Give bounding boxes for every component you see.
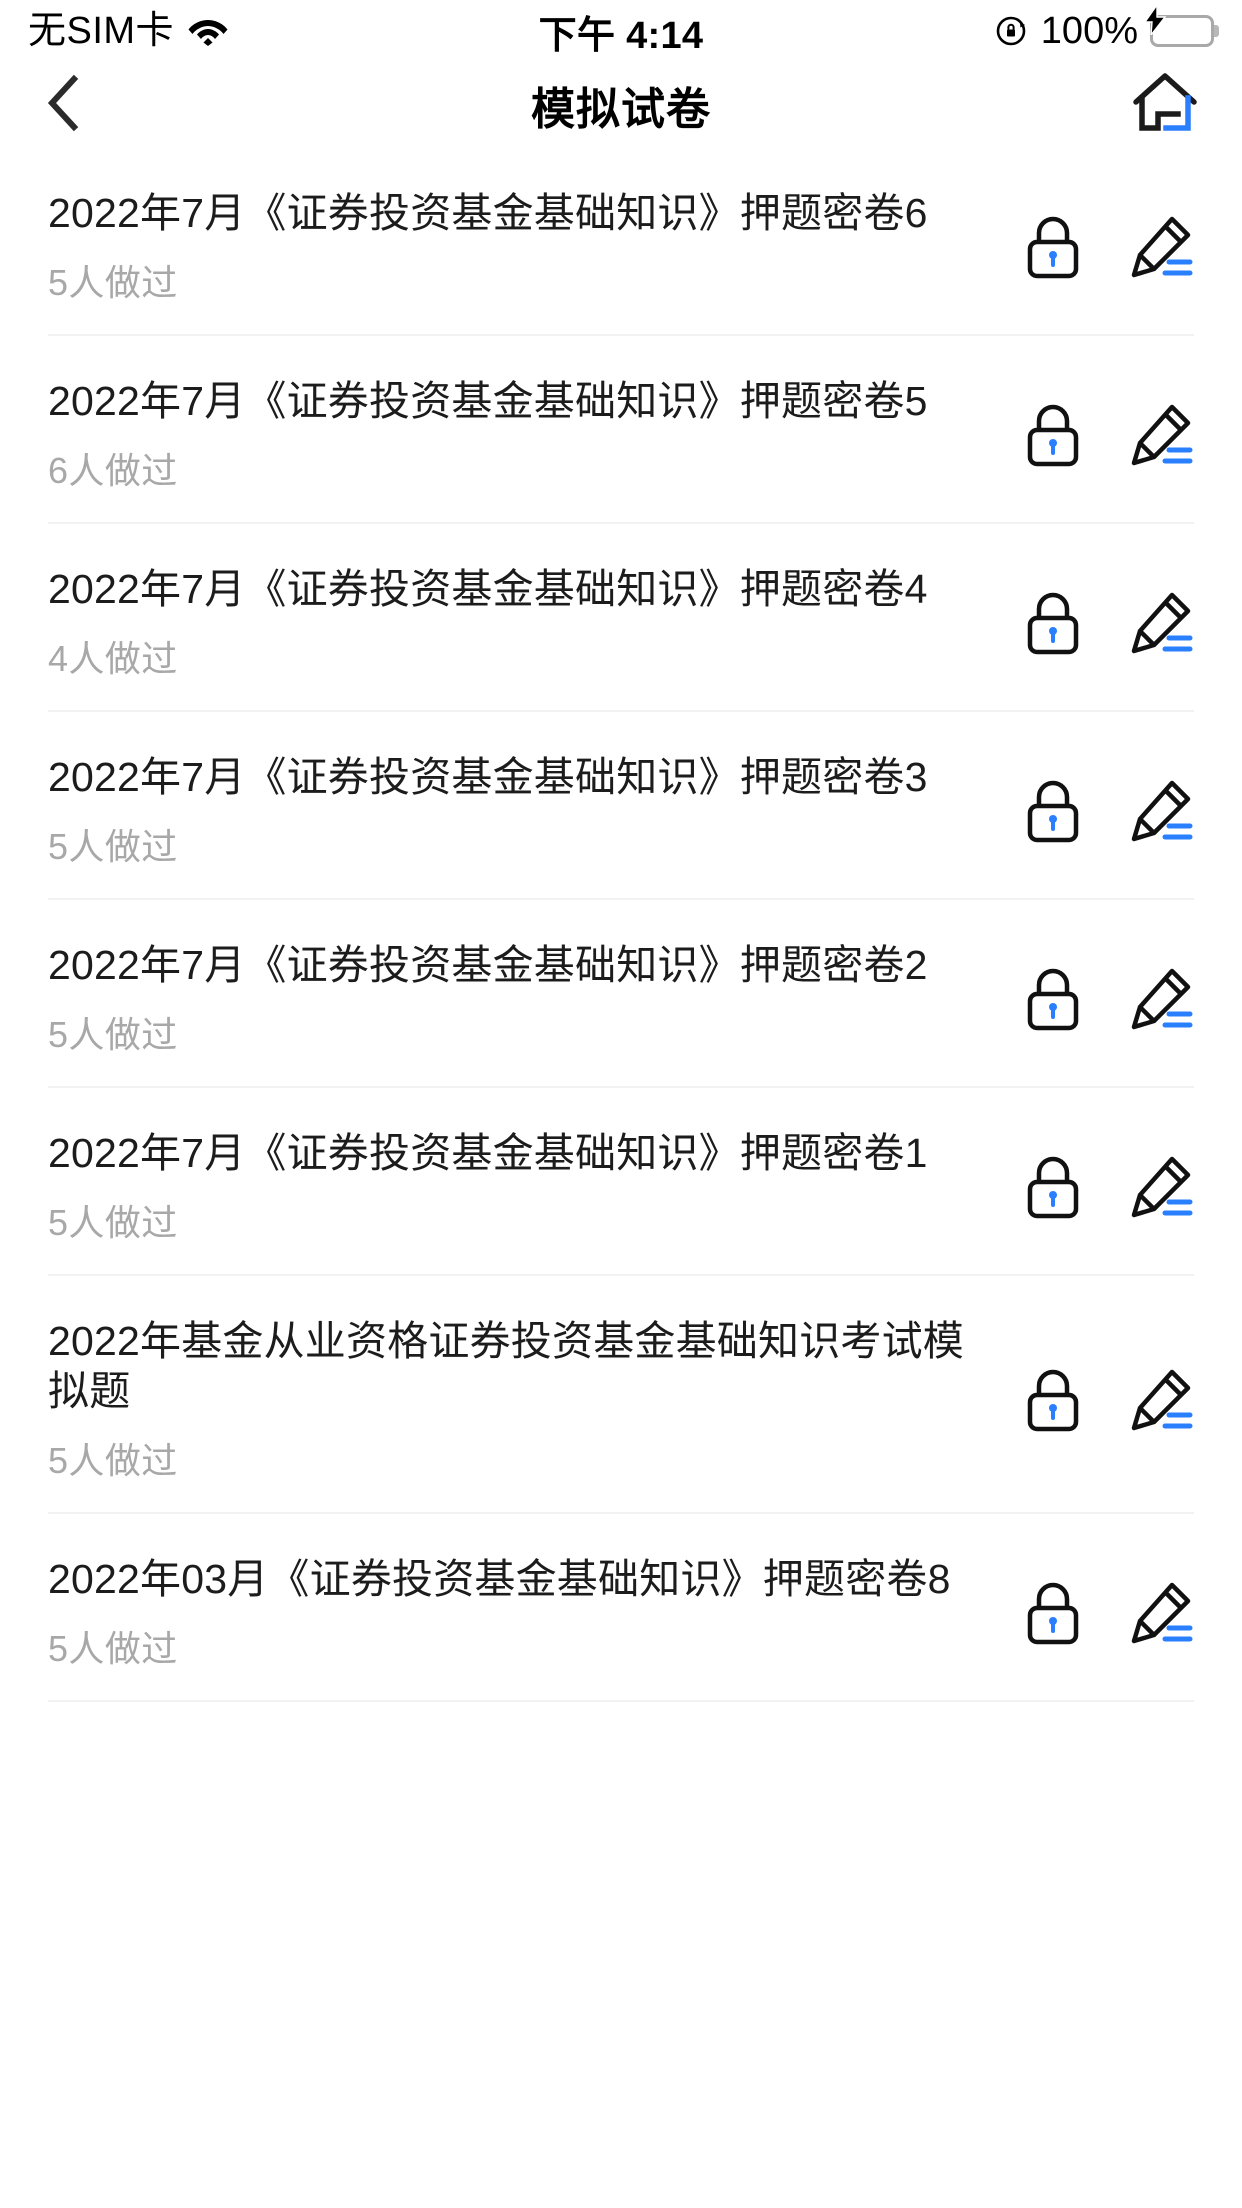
edit-button[interactable] bbox=[1128, 591, 1194, 662]
paper-list-item[interactable]: 2022年7月《证券投资基金基础知识》押题密卷3 5人做过 bbox=[48, 712, 1194, 901]
paper-actions bbox=[1020, 587, 1194, 659]
edit-button[interactable] bbox=[1128, 403, 1194, 474]
home-icon bbox=[1132, 72, 1198, 139]
mock-paper-list: 2022年7月《证券投资基金基础知识》押题密卷6 5人做过 2022年7月《证券… bbox=[0, 148, 1242, 1703]
pencil-icon bbox=[1128, 591, 1194, 662]
paper-title: 2022年基金从业资格证券投资基金基础知识考试模拟题 bbox=[48, 1318, 965, 1415]
battery-percent-label: 100% bbox=[1040, 9, 1138, 52]
paper-attempt-count: 5人做过 bbox=[48, 1628, 178, 1670]
paper-list-item[interactable]: 2022年7月《证券投资基金基础知识》押题密卷5 6人做过 bbox=[48, 336, 1194, 525]
pencil-icon bbox=[1128, 1581, 1194, 1652]
lock-button[interactable] bbox=[1020, 1156, 1086, 1225]
lock-icon bbox=[1025, 968, 1081, 1037]
home-button[interactable] bbox=[1132, 72, 1198, 139]
lock-button[interactable] bbox=[1020, 216, 1086, 285]
paper-info: 2022年7月《证券投资基金基础知识》押题密卷2 5人做过 bbox=[48, 940, 1020, 1058]
paper-info: 2022年基金从业资格证券投资基金基础知识考试模拟题 5人做过 bbox=[48, 1316, 1020, 1484]
paper-attempt-count: 5人做过 bbox=[48, 262, 178, 304]
paper-attempt-count: 5人做过 bbox=[48, 1014, 178, 1056]
status-bar: 无SIM卡 下午 4:14 100% bbox=[0, 0, 1242, 62]
navigation-bar: 模拟试卷 bbox=[0, 62, 1242, 148]
paper-info: 2022年7月《证券投资基金基础知识》押题密卷6 5人做过 bbox=[48, 188, 1020, 306]
paper-actions bbox=[1020, 1577, 1194, 1649]
paper-info: 2022年7月《证券投资基金基础知识》押题密卷3 5人做过 bbox=[48, 752, 1020, 870]
paper-title: 2022年7月《证券投资基金基础知识》押题密卷6 bbox=[48, 190, 928, 236]
lock-button[interactable] bbox=[1020, 1369, 1086, 1438]
edit-button[interactable] bbox=[1128, 1368, 1194, 1439]
lock-icon bbox=[1025, 1582, 1081, 1651]
paper-actions bbox=[1020, 775, 1194, 847]
pencil-icon bbox=[1128, 967, 1194, 1038]
lock-icon bbox=[1025, 216, 1081, 285]
paper-attempt-count: 5人做过 bbox=[48, 1440, 178, 1482]
paper-attempt-count: 5人做过 bbox=[48, 826, 178, 868]
pencil-icon bbox=[1128, 779, 1194, 850]
lock-icon bbox=[1025, 404, 1081, 473]
edit-button[interactable] bbox=[1128, 1581, 1194, 1652]
chevron-left-icon bbox=[44, 73, 84, 138]
paper-title: 2022年7月《证券投资基金基础知识》押题密卷5 bbox=[48, 378, 928, 425]
paper-actions bbox=[1020, 211, 1194, 283]
paper-list-item[interactable]: 2022年7月《证券投资基金基础知识》押题密卷1 5人做过 bbox=[48, 1088, 1194, 1277]
wifi-icon bbox=[188, 16, 228, 46]
carrier-label: 无SIM卡 bbox=[28, 10, 175, 52]
pencil-icon bbox=[1128, 1155, 1194, 1226]
lock-icon bbox=[1025, 1369, 1081, 1438]
edit-button[interactable] bbox=[1128, 1155, 1194, 1226]
paper-title: 2022年03月《证券投资基金基础知识》押题密卷8 bbox=[48, 1556, 951, 1603]
paper-attempt-count: 6人做过 bbox=[48, 450, 178, 492]
paper-attempt-count: 4人做过 bbox=[48, 638, 178, 680]
page-title-wrap: 模拟试卷 bbox=[0, 62, 1242, 148]
status-bar-right: 100% bbox=[995, 5, 1214, 53]
paper-list-item[interactable]: 2022年7月《证券投资基金基础知识》押题密卷4 4人做过 bbox=[48, 524, 1194, 713]
paper-actions bbox=[1020, 1151, 1194, 1223]
paper-actions bbox=[1020, 399, 1194, 471]
paper-attempt-count: 5人做过 bbox=[48, 1202, 178, 1244]
page-title: 模拟试卷 bbox=[531, 85, 711, 134]
lock-icon bbox=[1025, 1156, 1081, 1225]
paper-actions bbox=[1020, 1364, 1194, 1436]
paper-title: 2022年7月《证券投资基金基础知识》押题密卷2 bbox=[48, 942, 928, 989]
pencil-icon bbox=[1128, 403, 1194, 474]
paper-list-item[interactable]: 2022年03月《证券投资基金基础知识》押题密卷8 5人做过 bbox=[48, 1514, 1194, 1703]
paper-title: 2022年7月《证券投资基金基础知识》押题密卷3 bbox=[48, 754, 928, 801]
paper-actions bbox=[1020, 963, 1194, 1035]
lock-button[interactable] bbox=[1020, 1582, 1086, 1651]
lock-button[interactable] bbox=[1020, 968, 1086, 1037]
lock-button[interactable] bbox=[1020, 780, 1086, 849]
pencil-icon bbox=[1128, 215, 1194, 286]
battery-charging-icon bbox=[1143, 5, 1214, 47]
rotation-lock-icon bbox=[995, 14, 1029, 48]
back-button[interactable] bbox=[44, 73, 108, 137]
lock-icon bbox=[1025, 592, 1081, 661]
pencil-icon bbox=[1128, 1368, 1194, 1439]
paper-info: 2022年7月《证券投资基金基础知识》押题密卷1 5人做过 bbox=[48, 1128, 1020, 1246]
paper-title: 2022年7月《证券投资基金基础知识》押题密卷4 bbox=[48, 566, 928, 613]
paper-title: 2022年7月《证券投资基金基础知识》押题密卷1 bbox=[48, 1130, 928, 1177]
lock-icon bbox=[1025, 780, 1081, 849]
lock-button[interactable] bbox=[1020, 404, 1086, 473]
edit-button[interactable] bbox=[1128, 215, 1194, 286]
status-bar-left: 无SIM卡 bbox=[28, 12, 228, 50]
paper-info: 2022年7月《证券投资基金基础知识》押题密卷5 6人做过 bbox=[48, 376, 1020, 494]
paper-list-item[interactable]: 2022年7月《证券投资基金基础知识》押题密卷6 5人做过 bbox=[48, 148, 1194, 337]
paper-info: 2022年7月《证券投资基金基础知识》押题密卷4 4人做过 bbox=[48, 564, 1020, 682]
paper-info: 2022年03月《证券投资基金基础知识》押题密卷8 5人做过 bbox=[48, 1554, 1020, 1672]
edit-button[interactable] bbox=[1128, 967, 1194, 1038]
paper-list-item[interactable]: 2022年7月《证券投资基金基础知识》押题密卷2 5人做过 bbox=[48, 900, 1194, 1089]
lock-button[interactable] bbox=[1020, 592, 1086, 661]
edit-button[interactable] bbox=[1128, 779, 1194, 850]
clock-label: 下午 4:14 bbox=[538, 14, 704, 57]
paper-list-item[interactable]: 2022年基金从业资格证券投资基金基础知识考试模拟题 5人做过 bbox=[48, 1276, 1194, 1515]
